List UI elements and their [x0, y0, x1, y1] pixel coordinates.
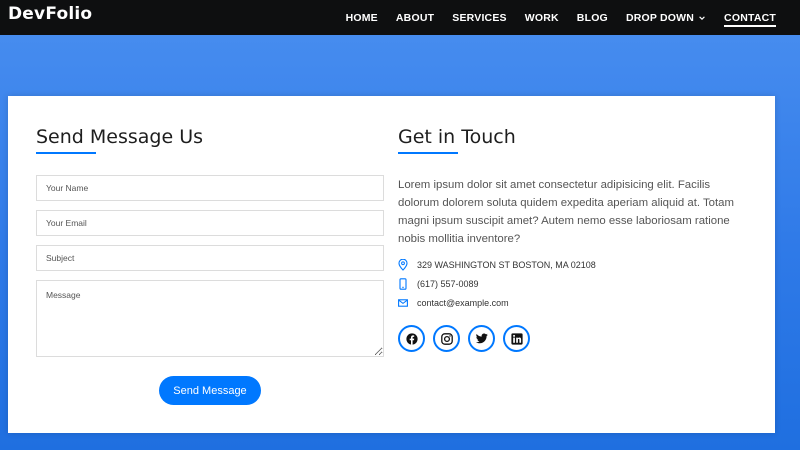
- nav-dropdown-label: DROP DOWN: [625, 11, 695, 24]
- nav-home[interactable]: HOME: [346, 0, 378, 35]
- contact-title: Get in Touch: [398, 126, 516, 148]
- contact-description: Lorem ipsum dolor sit amet consectetur a…: [398, 179, 735, 245]
- brand-logo[interactable]: DevFolio: [8, 4, 92, 24]
- email-row: contact@example.com: [398, 297, 509, 309]
- nav-about[interactable]: ABOUT: [396, 0, 434, 35]
- linkedin-link[interactable]: [503, 325, 530, 352]
- map-pin-icon: [398, 259, 408, 271]
- address-text: 329 WASHINGTON ST BOSTON, MA 02108: [417, 260, 596, 270]
- envelope-icon: [398, 299, 408, 307]
- instagram-icon: [440, 332, 453, 345]
- send-message-button[interactable]: Send Message: [159, 376, 261, 405]
- twitter-link[interactable]: [468, 325, 495, 352]
- form-title: Send Message Us: [36, 126, 204, 148]
- message-textarea[interactable]: [36, 280, 384, 357]
- nav-dropdown[interactable]: DROP DOWN: [626, 0, 706, 35]
- subject-input[interactable]: [36, 245, 384, 271]
- nav-blog[interactable]: BLOG: [577, 0, 608, 35]
- facebook-link[interactable]: [398, 325, 425, 352]
- contact-card: Send Message Us Send Message Get in Touc…: [8, 96, 775, 433]
- form-title-underline: [36, 152, 96, 154]
- phone-text[interactable]: (617) 557-0089: [417, 279, 479, 289]
- linkedin-icon: [510, 332, 523, 345]
- address-row: 329 WASHINGTON ST BOSTON, MA 02108: [398, 259, 596, 271]
- nav-services[interactable]: SERVICES: [452, 0, 507, 35]
- phone-icon: [399, 278, 407, 290]
- nav-contact[interactable]: CONTACT: [724, 0, 776, 35]
- email-input[interactable]: [36, 210, 384, 236]
- contact-title-underline: [398, 152, 458, 154]
- social-links: [398, 325, 530, 352]
- chevron-down-icon: [699, 15, 705, 20]
- navbar: DevFolio HOME ABOUT SERVICES WORK BLOG D…: [0, 0, 800, 35]
- email-text[interactable]: contact@example.com: [417, 298, 509, 308]
- nav-work[interactable]: WORK: [525, 0, 559, 35]
- nav-links: HOME ABOUT SERVICES WORK BLOG DROP DOWN …: [328, 0, 776, 35]
- name-input[interactable]: [36, 175, 384, 201]
- phone-row: (617) 557-0089: [398, 278, 479, 290]
- facebook-icon: [405, 332, 418, 345]
- instagram-link[interactable]: [433, 325, 460, 352]
- twitter-icon: [475, 333, 488, 344]
